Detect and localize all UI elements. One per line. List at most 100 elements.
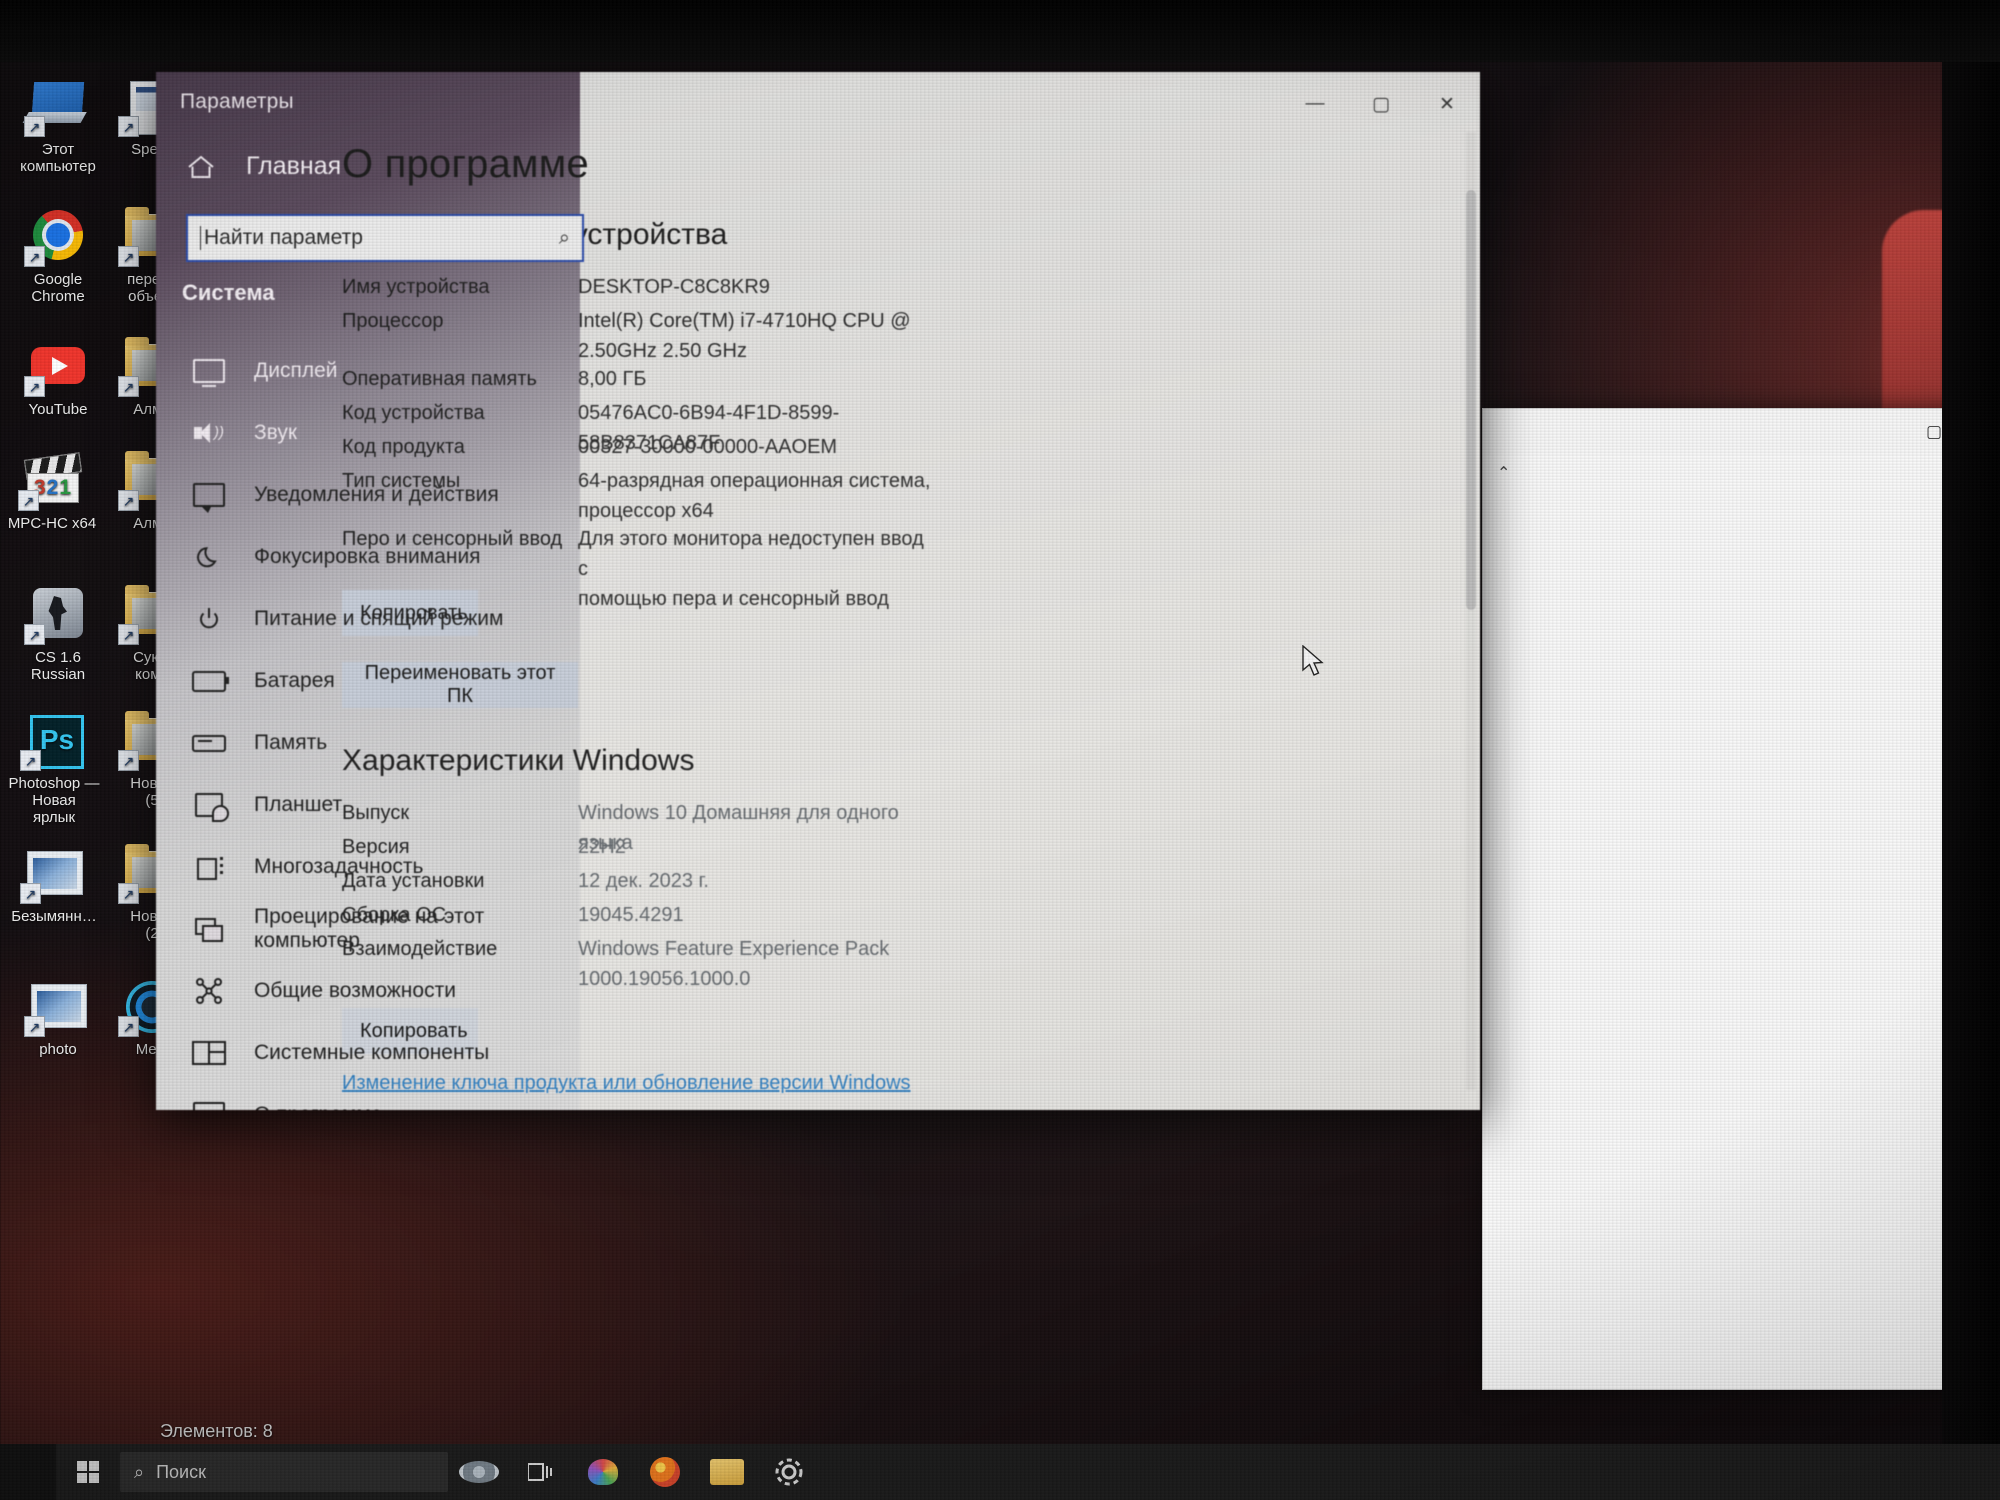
sidebar-item-12[interactable]: Системные компоненты bbox=[180, 1022, 578, 1084]
spec-value: DESKTOP-C8C8KR9 bbox=[578, 276, 770, 298]
desktop-icon[interactable]: ↗ photo bbox=[6, 978, 110, 1058]
mpc-hc-icon: 321 ↗ bbox=[18, 452, 83, 511]
sidebar-item-label: Дисплей bbox=[254, 359, 338, 382]
desktop-icon[interactable]: ↗ CS 1.6 Russian bbox=[6, 586, 110, 683]
search-icon[interactable]: ⌕ bbox=[559, 227, 570, 250]
sidebar-item-label: Планшет bbox=[254, 793, 343, 816]
shared-experiences-icon bbox=[192, 976, 226, 1006]
spec-value: 19045.4291 bbox=[578, 904, 684, 926]
this-pc-icon: ↗ bbox=[24, 78, 89, 137]
moon-icon bbox=[192, 542, 226, 572]
desktop-icon-label: CS 1.6 Russian bbox=[30, 649, 86, 683]
windows-start-icon[interactable] bbox=[56, 1444, 120, 1500]
multitasking-icon bbox=[192, 852, 226, 882]
sidebar-item-7[interactable]: Память bbox=[180, 712, 578, 774]
sidebar-item-2[interactable]: )) Звук bbox=[180, 402, 578, 464]
sidebar-item-5[interactable]: Питание и спящий режим bbox=[180, 588, 578, 650]
search-icon: ⌕ bbox=[134, 1461, 145, 1482]
desktop-icon[interactable]: ↗ YouTube bbox=[6, 338, 110, 418]
notifications-icon bbox=[192, 480, 226, 513]
spec-value: Intel(R) Core(TM) i7-4710HQ CPU @ 2.50GH… bbox=[578, 310, 911, 362]
desktop-icon[interactable]: Ps ↗ Photoshop — Новая ярлык bbox=[2, 712, 106, 826]
monitor-right-bezel bbox=[1942, 62, 2000, 1500]
sidebar-item-label: Батарея bbox=[254, 669, 335, 692]
minimize-button[interactable]: — bbox=[1282, 72, 1348, 136]
desktop-icon-label: Этот компьютер bbox=[20, 141, 96, 175]
explorer-status-text: Элементов: 8 bbox=[160, 1421, 273, 1441]
sidebar-item-10[interactable]: Проецирование на этот компьютер bbox=[180, 898, 578, 960]
tablet-icon bbox=[192, 790, 229, 822]
desktop-icon[interactable]: ↗ Безымянн… bbox=[2, 845, 106, 925]
home-icon bbox=[186, 154, 216, 180]
sidebar-item-label: Звук bbox=[254, 421, 298, 444]
power-icon bbox=[192, 604, 226, 634]
scrollbar-thumb[interactable] bbox=[1466, 190, 1476, 610]
spec-value: Для этого монитора недоступен ввод с пом… bbox=[578, 528, 924, 610]
spec-value: 22H2 bbox=[578, 836, 626, 858]
display-icon bbox=[192, 356, 226, 387]
sidebar-item-label: О программе bbox=[254, 1103, 382, 1110]
sidebar-item-label: Многозадачность bbox=[254, 855, 424, 878]
spec-value: 64-разрядная операционная система, проце… bbox=[578, 470, 931, 522]
desktop-icon-label: Photoshop — Новая ярлык bbox=[8, 775, 100, 826]
sidebar-nav-list: Дисплей )) Звук Уведомления и действия Фокус… bbox=[180, 340, 578, 1110]
sidebar-item-8[interactable]: Планшет bbox=[180, 774, 578, 836]
desktop-icon[interactable]: ↗ Google Chrome bbox=[6, 208, 110, 305]
taskbar-item-disc[interactable] bbox=[448, 1444, 510, 1500]
spec-value: 00327-30000-00000-AAOEM bbox=[578, 436, 838, 458]
sidebar-item-6[interactable]: Батарея bbox=[180, 650, 578, 712]
text-caret bbox=[200, 226, 201, 250]
sidebar-item-label: Память bbox=[254, 731, 328, 754]
about-icon bbox=[192, 1100, 226, 1110]
sidebar-item-home[interactable]: Главная bbox=[186, 152, 341, 181]
sidebar-item-3[interactable]: Уведомления и действия bbox=[180, 464, 578, 526]
sidebar-item-13[interactable]: О программе bbox=[180, 1084, 578, 1110]
chrome-icon: ↗ bbox=[24, 208, 89, 267]
page-title: О программе bbox=[342, 142, 589, 186]
background-window-body bbox=[1483, 455, 2000, 1389]
close-button[interactable]: ✕ bbox=[1414, 72, 1480, 136]
taskbar-item-task-view[interactable] bbox=[510, 1444, 572, 1500]
taskbar-search-placeholder: Поиск bbox=[156, 1461, 206, 1482]
sidebar-item-9[interactable]: Многозадачность bbox=[180, 836, 578, 898]
desktop-icon[interactable]: 321 ↗ MPC-HC x64 bbox=[0, 452, 104, 532]
spec-value: 12 дек. 2023 г. bbox=[578, 870, 709, 892]
taskbar-item-paint[interactable] bbox=[572, 1444, 634, 1500]
spec-key: Имя устройства bbox=[342, 276, 490, 298]
taskbar: ⌕ Поиск bbox=[56, 1444, 2000, 1500]
device-spec-row: Имя устройства DESKTOP-C8C8KR9 bbox=[342, 272, 770, 302]
sidebar-section-title: Система bbox=[182, 280, 275, 305]
sidebar-item-label: Проецирование на этот компьютер bbox=[254, 905, 485, 952]
spec-value: Windows 10 Домашняя для одного языка bbox=[578, 802, 899, 854]
search-input[interactable]: Найти параметр ⌕ bbox=[186, 214, 584, 262]
taskbar-search-box[interactable]: ⌕ Поиск bbox=[120, 1452, 448, 1492]
desktop-icon-label: photo bbox=[39, 1041, 77, 1058]
sidebar-item-11[interactable]: Общие возможности bbox=[180, 960, 578, 1022]
image-icon: ↗ bbox=[20, 845, 85, 904]
settings-window[interactable]: Параметры — ▢ ✕ Главная Найти параметр ⌕… bbox=[156, 72, 1480, 1110]
sidebar-item-1[interactable]: Дисплей bbox=[180, 340, 578, 402]
taskbar-item-settings[interactable] bbox=[758, 1444, 820, 1500]
sidebar-item-4[interactable]: Фокусировка внимания bbox=[180, 526, 578, 588]
background-window-titlebar: ▢ ✕ bbox=[1483, 409, 2000, 456]
sidebar-item-label: Фокусировка внимания bbox=[254, 545, 481, 568]
youtube-icon: ↗ bbox=[24, 338, 89, 397]
maximize-button[interactable]: ▢ bbox=[1348, 72, 1414, 136]
taskbar-item-firefox[interactable] bbox=[634, 1444, 696, 1500]
desktop-icon-label: Безымянн… bbox=[11, 908, 97, 925]
window-title: Параметры bbox=[180, 90, 294, 113]
desktop-icon[interactable]: ↗ Этот компьютер bbox=[6, 78, 110, 175]
monitor-top-bezel bbox=[0, 0, 2000, 62]
counter-strike-icon: ↗ bbox=[24, 586, 89, 645]
sidebar-item-label: Системные компоненты bbox=[254, 1041, 490, 1064]
home-label: Главная bbox=[246, 152, 342, 180]
window-controls: — ▢ ✕ bbox=[1282, 72, 1480, 136]
photo-icon: ↗ bbox=[24, 978, 89, 1037]
chevron-up-icon[interactable]: ⌃ bbox=[1497, 463, 1510, 483]
taskbar-item-explorer[interactable] bbox=[696, 1444, 758, 1500]
search-placeholder: Найти параметр bbox=[204, 226, 363, 249]
desktop-icon-label: YouTube bbox=[28, 401, 88, 418]
background-window-right[interactable]: ▢ ✕ ⌃ ⌕ ⌄ bbox=[1482, 408, 2000, 1390]
spec-value: Windows Feature Experience Pack 1000.190… bbox=[578, 938, 890, 990]
sidebar-item-label: Уведомления и действия bbox=[254, 483, 499, 506]
